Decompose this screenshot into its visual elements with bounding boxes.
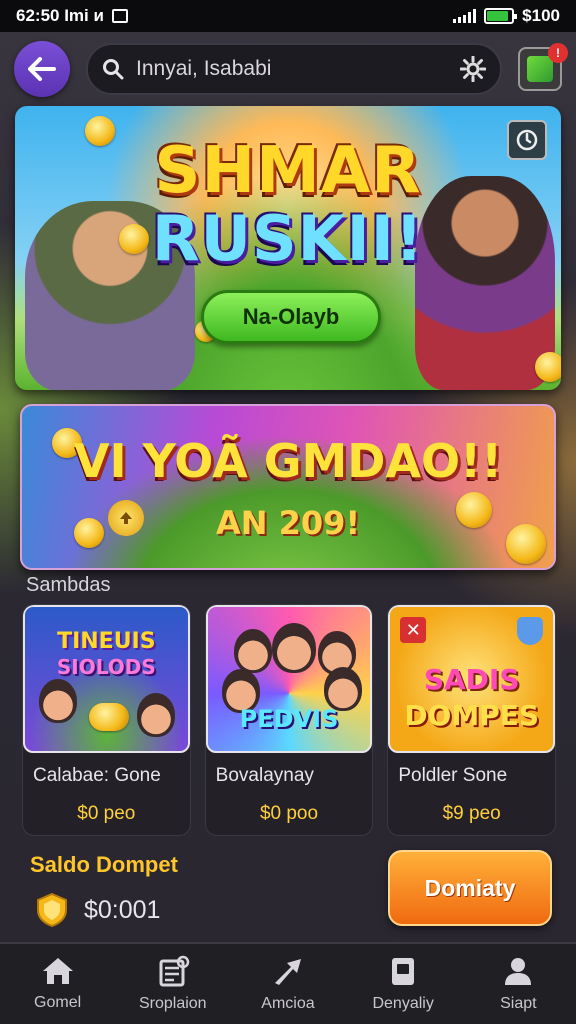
wallet-balance-value: $0:001 <box>84 895 161 924</box>
game-price: $0 peo <box>77 803 136 824</box>
nav-item-home[interactable]: Gomel <box>3 956 113 1012</box>
coin-icon <box>89 703 129 731</box>
thumb-title: PEDVIS <box>239 705 339 733</box>
notification-icon <box>111 9 128 23</box>
bottom-navigation: Gomel Sroplaion Amcioa Denyaliy Siapt <box>0 942 576 1024</box>
nav-item-action[interactable]: Amcioa <box>233 955 343 1013</box>
search-icon <box>103 59 124 80</box>
deposit-button[interactable]: Domiaty <box>388 850 552 926</box>
home-icon <box>42 958 73 984</box>
thumb-subtitle: DOMPES <box>404 699 540 732</box>
nav-item-shop[interactable]: Sroplaion <box>118 955 228 1013</box>
game-card[interactable]: PEDVIS Bovalaynay $0 poo <box>204 604 374 836</box>
back-button[interactable] <box>14 41 70 97</box>
game-thumbnail[interactable]: PEDVIS <box>205 605 373 753</box>
section-title: Sambdas <box>26 574 111 596</box>
game-price: $0 poo <box>259 803 319 824</box>
gear-icon[interactable] <box>460 56 486 82</box>
nav-label: Amcioa <box>261 995 315 1012</box>
wallet-shortcut-button[interactable]: ! <box>518 43 568 91</box>
thumb-title: TINEUIS <box>57 629 156 654</box>
thumb-subtitle: SIOLODS <box>56 655 156 679</box>
game-card[interactable]: ✕ SADIS DOMPES Poldler Sone $9 peo <box>387 604 557 836</box>
back-arrow-icon <box>28 57 56 81</box>
battery-level <box>487 11 508 21</box>
nav-label: Denyaliy <box>372 995 434 1012</box>
coin-icon <box>535 352 561 382</box>
close-icon: ✕ <box>400 617 427 643</box>
character-face <box>233 629 272 673</box>
nav-item-profile[interactable]: Siapt <box>463 955 573 1013</box>
deposit-icon <box>392 958 415 985</box>
clock-icon <box>516 129 538 151</box>
shop-icon <box>159 955 190 987</box>
hero-title-line2: RUSKII! <box>151 202 425 275</box>
gold-coin-icon <box>37 892 67 928</box>
game-name: Bovalaynay <box>215 765 314 786</box>
game-thumbnail[interactable]: ✕ SADIS DOMPES <box>388 605 556 753</box>
shield-icon <box>517 617 544 645</box>
game-name: Poldler Sone <box>398 765 508 786</box>
timer-button[interactable] <box>507 120 547 160</box>
nav-label: Sroplaion <box>138 995 207 1012</box>
wallet-title: Saldo Dompet <box>30 852 178 877</box>
battery-text: $100 <box>522 6 560 25</box>
character-face <box>39 679 77 723</box>
game-list: TINEUIS SIOLODS Calabae: Gone $0 peo PED… <box>22 604 557 836</box>
nav-label: Gomel <box>34 994 82 1011</box>
profile-icon <box>505 958 532 985</box>
search-input[interactable]: Innyai, Isababi <box>136 57 448 81</box>
character-face <box>271 623 316 673</box>
promo-title: VI YOÃ GMDAO!! <box>73 434 503 488</box>
notification-badge: ! <box>548 43 568 63</box>
nav-label: Siapt <box>500 995 537 1012</box>
thumb-title: SADIS <box>423 663 520 696</box>
signal-icon <box>453 9 477 23</box>
play-button[interactable]: Na-Olayb <box>201 290 381 344</box>
game-name: Calabae: Gone <box>33 765 161 786</box>
promo-banner[interactable]: VI YOÃ GMDAO!! AN 209! <box>20 404 556 570</box>
nav-item-deposit[interactable]: Denyaliy <box>348 955 458 1013</box>
action-icon <box>274 959 301 985</box>
wallet-balance: $0:001 <box>34 892 160 928</box>
hero-title-line1: SHMAR <box>154 134 422 208</box>
hero-banner[interactable]: SHMAR RUSKII! Na-Olayb <box>15 106 561 390</box>
app-header: Innyai, Isababi ! <box>0 38 576 100</box>
game-price: $9 peo <box>442 803 501 824</box>
search-bar[interactable]: Innyai, Isababi <box>86 43 502 95</box>
wallet-card-icon <box>527 56 553 82</box>
battery-icon <box>484 8 518 24</box>
status-time: 62:50 Imi и <box>16 6 104 25</box>
game-thumbnail[interactable]: TINEUIS SIOLODS <box>23 605 190 753</box>
promo-subtitle: AN 209! <box>215 504 361 542</box>
character-face <box>137 693 175 737</box>
status-bar: 62:50 Imi и $100 <box>0 0 576 32</box>
game-card[interactable]: TINEUIS SIOLODS Calabae: Gone $0 peo <box>22 604 191 836</box>
